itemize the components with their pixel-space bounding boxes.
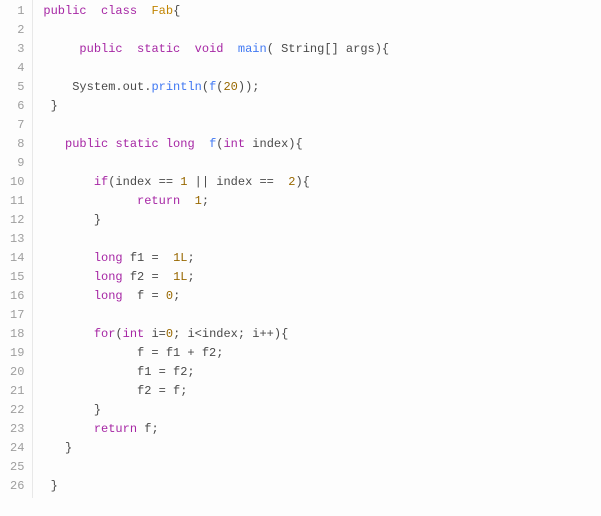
code-line — [43, 230, 601, 249]
code-line: return f; — [43, 420, 601, 439]
code-line: long f2 = 1L; — [43, 268, 601, 287]
line-number: 16 — [10, 287, 24, 306]
line-number: 22 — [10, 401, 24, 420]
code-line: } — [43, 401, 601, 420]
code-line — [43, 458, 601, 477]
line-number: 24 — [10, 439, 24, 458]
code-line: for(int i=0; i<index; i++){ — [43, 325, 601, 344]
code-line: public class Fab{ — [43, 2, 601, 21]
code-line: } — [43, 97, 601, 116]
line-number-gutter: 1234567891011121314151617181920212223242… — [0, 0, 33, 498]
line-number: 25 — [10, 458, 24, 477]
code-line: public static void main( String[] args){ — [43, 40, 601, 59]
code-line: long f1 = 1L; — [43, 249, 601, 268]
code-line: return 1; — [43, 192, 601, 211]
code-line: } — [43, 477, 601, 496]
code-line — [43, 21, 601, 40]
code-line — [43, 116, 601, 135]
code-area: public class Fab{ public static void mai… — [33, 0, 601, 498]
line-number: 1 — [10, 2, 24, 21]
code-line: f1 = f2; — [43, 363, 601, 382]
line-number: 26 — [10, 477, 24, 496]
code-line — [43, 306, 601, 325]
line-number: 18 — [10, 325, 24, 344]
code-editor: 1234567891011121314151617181920212223242… — [0, 0, 601, 498]
line-number: 12 — [10, 211, 24, 230]
code-line: f = f1 + f2; — [43, 344, 601, 363]
line-number: 5 — [10, 78, 24, 97]
line-number: 4 — [10, 59, 24, 78]
code-line: long f = 0; — [43, 287, 601, 306]
code-line: } — [43, 211, 601, 230]
line-number: 8 — [10, 135, 24, 154]
line-number: 23 — [10, 420, 24, 439]
code-line — [43, 154, 601, 173]
code-line: if(index == 1 || index == 2){ — [43, 173, 601, 192]
code-line: f2 = f; — [43, 382, 601, 401]
line-number: 19 — [10, 344, 24, 363]
line-number: 10 — [10, 173, 24, 192]
line-number: 11 — [10, 192, 24, 211]
line-number: 6 — [10, 97, 24, 116]
line-number: 7 — [10, 116, 24, 135]
line-number: 2 — [10, 21, 24, 40]
line-number: 20 — [10, 363, 24, 382]
code-line — [43, 59, 601, 78]
line-number: 9 — [10, 154, 24, 173]
line-number: 3 — [10, 40, 24, 59]
code-line: } — [43, 439, 601, 458]
line-number: 15 — [10, 268, 24, 287]
line-number: 21 — [10, 382, 24, 401]
line-number: 14 — [10, 249, 24, 268]
code-line: System.out.println(f(20)); — [43, 78, 601, 97]
line-number: 13 — [10, 230, 24, 249]
line-number: 17 — [10, 306, 24, 325]
code-line: public static long f(int index){ — [43, 135, 601, 154]
